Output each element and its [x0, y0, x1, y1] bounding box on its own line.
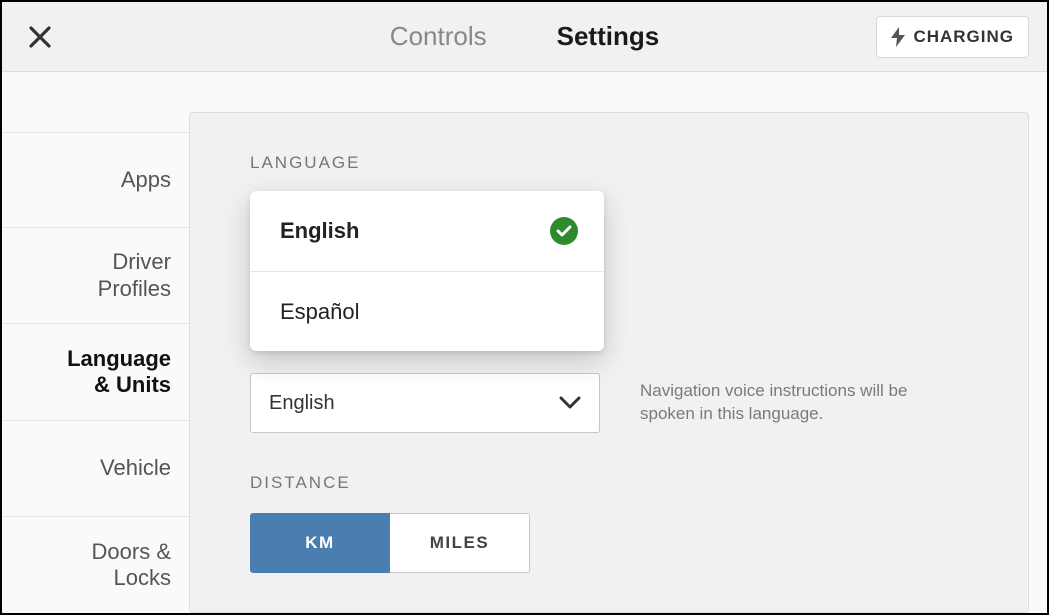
sidebar-item-label: Driver Profiles — [98, 249, 171, 302]
language-section-label: LANGUAGE — [250, 153, 980, 173]
language-option-label: English — [280, 218, 359, 244]
header-tabs: Controls Settings — [390, 21, 659, 52]
tab-controls[interactable]: Controls — [390, 21, 487, 52]
navigation-language-select[interactable]: English — [250, 373, 600, 433]
sidebar-item-driver-profiles[interactable]: Driver Profiles — [2, 228, 189, 324]
close-button[interactable] — [26, 23, 54, 51]
lightning-icon — [891, 27, 905, 47]
sidebar-item-label: Doors & Locks — [92, 539, 171, 592]
sidebar-item-apps[interactable]: Apps — [2, 132, 189, 228]
sidebar: Apps Driver Profiles Language & Units Ve… — [2, 72, 189, 613]
navigation-language-value: English — [269, 392, 335, 415]
header-bar: Controls Settings CHARGING — [2, 2, 1047, 72]
check-circle-icon — [550, 217, 578, 245]
chevron-down-icon — [559, 396, 581, 410]
distance-km-button[interactable]: KM — [250, 513, 390, 573]
distance-section-label: DISTANCE — [250, 473, 980, 493]
sidebar-item-doors-locks[interactable]: Doors & Locks — [2, 517, 189, 613]
sidebar-item-label: Vehicle — [100, 455, 171, 481]
language-option-espanol[interactable]: Español — [250, 271, 604, 351]
settings-panel: LANGUAGE English Navigation voice instru… — [189, 112, 1029, 613]
distance-miles-button[interactable]: MILES — [390, 513, 530, 573]
body: Apps Driver Profiles Language & Units Ve… — [2, 72, 1047, 613]
sidebar-item-label: Language & Units — [67, 346, 171, 399]
charging-label: CHARGING — [913, 27, 1014, 47]
distance-toggle: KM MILES — [250, 513, 980, 573]
navigation-language-row: English Navigation voice instructions wi… — [250, 373, 980, 433]
sidebar-item-label: Apps — [121, 167, 171, 193]
sidebar-item-vehicle[interactable]: Vehicle — [2, 421, 189, 517]
tab-settings[interactable]: Settings — [557, 21, 660, 52]
language-option-label: Español — [280, 299, 360, 325]
sidebar-item-language-units[interactable]: Language & Units — [2, 324, 189, 420]
content-area: LANGUAGE English Navigation voice instru… — [189, 72, 1047, 613]
charging-button[interactable]: CHARGING — [876, 16, 1029, 58]
close-icon — [29, 26, 51, 48]
navigation-language-description: Navigation voice instructions will be sp… — [640, 380, 920, 426]
language-option-english[interactable]: English — [250, 191, 604, 271]
language-dropdown: English Español — [250, 191, 604, 351]
